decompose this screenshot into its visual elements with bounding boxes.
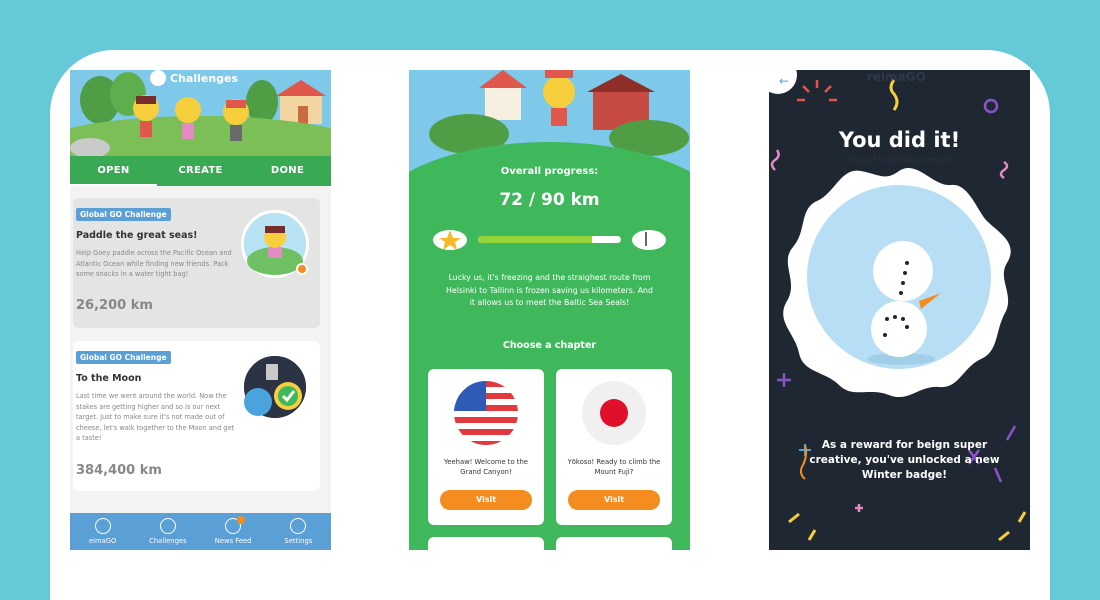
chapter-text: Yeehaw! Welcome to the Grand Canyon! xyxy=(444,458,528,476)
challenge-distance: 384,400 km xyxy=(76,463,162,478)
tab-done[interactable]: DONE xyxy=(244,156,331,186)
progress-label: Overall progress: xyxy=(500,166,599,177)
progress-bar xyxy=(478,236,621,243)
ghost-brand-text: reimaGO xyxy=(867,70,926,84)
challenges-screen: Challenges OPEN CREATE DONE Global GO Ch… xyxy=(70,70,331,550)
bottom-navigation: eimaGO Challenges News Feed Settings xyxy=(70,513,331,550)
tab-open[interactable]: OPEN xyxy=(70,156,157,186)
challenges-icon xyxy=(159,518,176,534)
visit-button[interactable]: Visit xyxy=(568,490,660,510)
settings-icon xyxy=(290,518,307,534)
nav-challenges[interactable]: Challenges xyxy=(135,513,200,550)
snowman-badge-icon xyxy=(799,180,999,380)
chapter-text: Yōkoso! Ready to climb the Mount Fuji? xyxy=(567,458,661,476)
chapter-card-japan[interactable]: Yōkoso! Ready to climb the Mount Fuji? V… xyxy=(556,369,672,525)
nav-settings[interactable]: Settings xyxy=(266,513,331,550)
progress-bar-fill xyxy=(478,236,593,243)
moon-challenge-avatar xyxy=(241,353,309,421)
chapter-description: Lucky us, it's freezing and the straighe… xyxy=(446,273,653,307)
chapter-card-usa[interactable]: Yeehaw! Welcome to the Grand Canyon! Vis… xyxy=(428,369,544,525)
challenges-icon xyxy=(150,70,166,86)
finish-flag-icon xyxy=(632,222,666,250)
usa-flag-icon xyxy=(454,381,518,445)
challenge-description: Last time we went around the world. Now … xyxy=(76,392,235,442)
start-star-icon xyxy=(433,230,467,250)
tab-create[interactable]: CREATE xyxy=(157,156,244,186)
challenge-badge: Global GO Challenge xyxy=(76,351,171,364)
choose-chapter-heading: Choose a chapter xyxy=(502,340,597,351)
challenge-distance: 26,200 km xyxy=(76,298,153,313)
chapter-progress-screen: Overall progress: 72 / 90 km Lucky us, i… xyxy=(409,70,690,550)
paddle-challenge-avatar xyxy=(241,210,309,278)
challenge-title: To the Moon xyxy=(76,373,142,384)
header-title: Challenges xyxy=(150,70,260,86)
notification-dot xyxy=(236,516,245,524)
nav-news-feed[interactable]: News Feed xyxy=(201,513,266,550)
tab-bar: OPEN CREATE DONE xyxy=(70,156,331,186)
ghost-subtitle-text: hours of active play collected xyxy=(847,156,951,164)
badge-unlocked-screen: ← reimaGO hours of active play collected… xyxy=(769,70,1030,550)
mascot-icon xyxy=(94,518,111,534)
chapter-card-partial[interactable] xyxy=(556,537,672,550)
challenge-card[interactable]: Global GO Challenge Paddle the great sea… xyxy=(73,198,320,328)
chapter-card-partial[interactable] xyxy=(428,537,544,550)
challenge-description: Help Goey paddle across the Pacific Ocea… xyxy=(76,249,232,278)
nav-reimago[interactable]: eimaGO xyxy=(70,513,135,550)
challenge-card[interactable]: Global GO Challenge To the Moon Last tim… xyxy=(73,341,320,491)
progress-value: 72 / 90 km xyxy=(499,190,600,210)
congrats-title: You did it! xyxy=(838,128,961,152)
new-indicator-dot xyxy=(296,263,308,275)
challenge-title: Paddle the great seas! xyxy=(76,230,198,241)
reward-message: As a reward for beign super creative, yo… xyxy=(809,439,1000,481)
japan-flag-icon xyxy=(582,381,646,445)
visit-button[interactable]: Visit xyxy=(440,490,532,510)
challenge-badge: Global GO Challenge xyxy=(76,208,171,221)
